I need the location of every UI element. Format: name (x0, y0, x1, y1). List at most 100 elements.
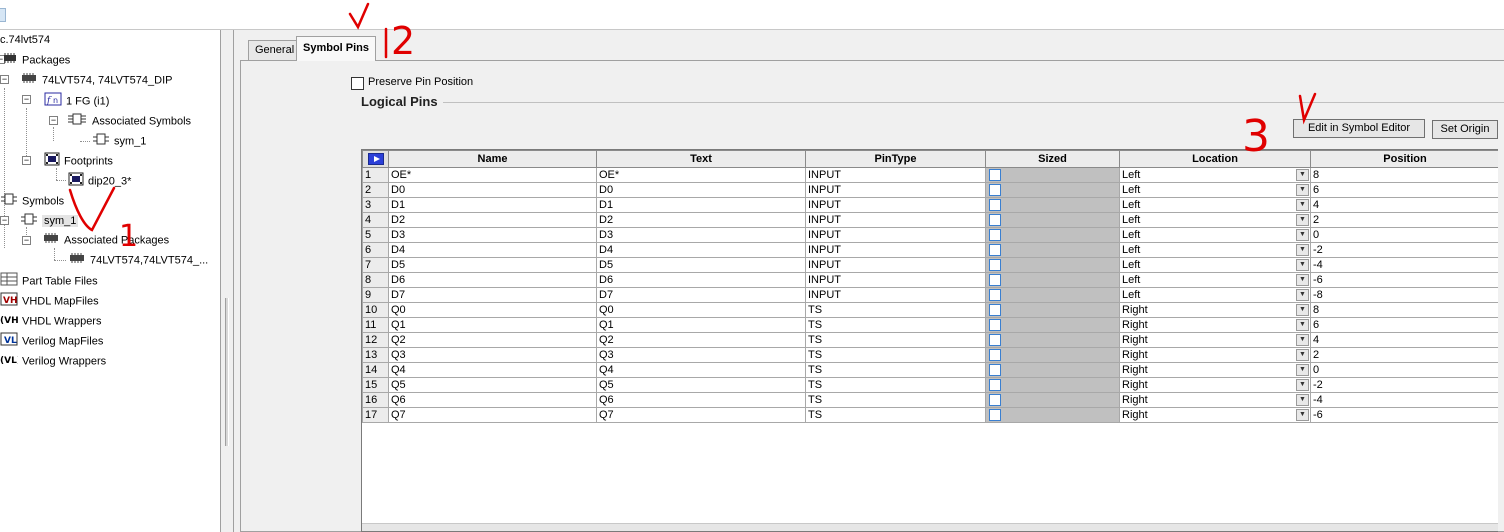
location-dropdown-icon[interactable]: ▼ (1296, 169, 1309, 181)
tree-expander[interactable]: − (0, 75, 9, 84)
table-row[interactable]: 16 Q6 Q6 TS Right ▼ -4 (362, 392, 1498, 408)
sized-checkbox[interactable] (989, 229, 1001, 241)
cell-pintype[interactable]: INPUT (805, 272, 986, 288)
cell-pintype[interactable]: INPUT (805, 212, 986, 228)
location-dropdown-icon[interactable]: ▼ (1296, 409, 1309, 421)
cell-name[interactable]: Q0 (388, 302, 597, 318)
location-dropdown-icon[interactable]: ▼ (1296, 184, 1309, 196)
sized-checkbox[interactable] (989, 274, 1001, 286)
location-dropdown-icon[interactable]: ▼ (1296, 244, 1309, 256)
cell-position[interactable]: -8 (1310, 287, 1498, 303)
horizontal-scrollbar[interactable] (362, 523, 1498, 531)
tree-expander[interactable]: − (49, 116, 58, 125)
row-number[interactable]: 7 (362, 257, 389, 273)
cell-name[interactable]: D7 (388, 287, 597, 303)
cell-location[interactable]: Left ▼ (1119, 272, 1311, 288)
cell-position[interactable]: 2 (1310, 347, 1498, 363)
sized-checkbox[interactable] (989, 349, 1001, 361)
logical-pins-grid[interactable]: Name Text PinType Sized Location Positio… (361, 149, 1498, 532)
cell-pintype[interactable]: INPUT (805, 197, 986, 213)
cell-sized[interactable] (985, 272, 1120, 288)
tree-verilog-mapfiles[interactable]: VL Verilog MapFiles (0, 332, 103, 348)
row-number[interactable]: 13 (362, 347, 389, 363)
tab-symbol-pins[interactable]: Symbol Pins (296, 36, 377, 61)
cell-text[interactable]: Q4 (596, 362, 806, 378)
cell-location[interactable]: Right ▼ (1119, 377, 1311, 393)
cell-sized[interactable] (985, 362, 1120, 378)
cell-name[interactable]: D0 (388, 182, 597, 198)
cell-sized[interactable] (985, 407, 1120, 423)
cell-position[interactable]: 2 (1310, 212, 1498, 228)
cell-location[interactable]: Left ▼ (1119, 257, 1311, 273)
cell-text[interactable]: D4 (596, 242, 806, 258)
row-number[interactable]: 14 (362, 362, 389, 378)
row-number[interactable]: 4 (362, 212, 389, 228)
row-number[interactable]: 9 (362, 287, 389, 303)
cell-text[interactable]: OE* (596, 167, 806, 183)
cell-name[interactable]: Q5 (388, 377, 597, 393)
cell-name[interactable]: D1 (388, 197, 597, 213)
cell-location[interactable]: Left ▼ (1119, 197, 1311, 213)
table-row[interactable]: 10 Q0 Q0 TS Right ▼ 8 (362, 302, 1498, 318)
cell-text[interactable]: D0 (596, 182, 806, 198)
cell-position[interactable]: -2 (1310, 242, 1498, 258)
tree-package-item[interactable]: 74LVT574, 74LVT574_DIP (20, 72, 172, 88)
row-number[interactable]: 1 (362, 167, 389, 183)
table-row[interactable]: 7 D5 D5 INPUT Left ▼ -4 (362, 257, 1498, 273)
cell-position[interactable]: -6 (1310, 407, 1498, 423)
table-row[interactable]: 13 Q3 Q3 TS Right ▼ 2 (362, 347, 1498, 363)
table-row[interactable]: 17 Q7 Q7 TS Right ▼ -6 (362, 407, 1498, 423)
cell-name[interactable]: Q7 (388, 407, 597, 423)
cell-text[interactable]: D2 (596, 212, 806, 228)
cell-location[interactable]: Left ▼ (1119, 242, 1311, 258)
sized-checkbox[interactable] (989, 199, 1001, 211)
row-number[interactable]: 12 (362, 332, 389, 348)
tree-symbol-item[interactable]: sym_1 (92, 132, 146, 148)
cell-text[interactable]: Q6 (596, 392, 806, 408)
cell-text[interactable]: D3 (596, 227, 806, 243)
table-row[interactable]: 12 Q2 Q2 TS Right ▼ 4 (362, 332, 1498, 348)
cell-location[interactable]: Left ▼ (1119, 287, 1311, 303)
tree-expander[interactable]: − (22, 95, 31, 104)
location-dropdown-icon[interactable]: ▼ (1296, 214, 1309, 226)
cell-position[interactable]: 8 (1310, 167, 1498, 183)
col-header-location[interactable]: Location (1119, 150, 1311, 168)
cell-location[interactable]: Right ▼ (1119, 362, 1311, 378)
cell-location[interactable]: Right ▼ (1119, 302, 1311, 318)
col-header-position[interactable]: Position (1310, 150, 1498, 168)
location-dropdown-icon[interactable]: ▼ (1296, 364, 1309, 376)
cell-pintype[interactable]: INPUT (805, 257, 986, 273)
tree-associated-packages[interactable]: Associated Packages (42, 232, 169, 248)
set-origin-button[interactable]: Set Origin (1432, 120, 1498, 139)
cell-name[interactable]: Q4 (388, 362, 597, 378)
cell-name[interactable]: D5 (388, 257, 597, 273)
table-row[interactable]: 9 D7 D7 INPUT Left ▼ -8 (362, 287, 1498, 303)
cell-position[interactable]: 6 (1310, 317, 1498, 333)
cell-location[interactable]: Left ▼ (1119, 182, 1311, 198)
table-row[interactable]: 11 Q1 Q1 TS Right ▼ 6 (362, 317, 1498, 333)
cell-position[interactable]: 8 (1310, 302, 1498, 318)
table-row[interactable]: 6 D4 D4 INPUT Left ▼ -2 (362, 242, 1498, 258)
cell-sized[interactable] (985, 392, 1120, 408)
col-header-name[interactable]: Name (388, 150, 597, 168)
sized-checkbox[interactable] (989, 259, 1001, 271)
cell-location[interactable]: Left ▼ (1119, 227, 1311, 243)
tree-symbols[interactable]: Symbols (0, 192, 64, 208)
sized-checkbox[interactable] (989, 169, 1001, 181)
location-dropdown-icon[interactable]: ▼ (1296, 274, 1309, 286)
location-dropdown-icon[interactable]: ▼ (1296, 304, 1309, 316)
cell-sized[interactable] (985, 227, 1120, 243)
sized-checkbox[interactable] (989, 319, 1001, 331)
row-number[interactable]: 10 (362, 302, 389, 318)
row-number[interactable]: 6 (362, 242, 389, 258)
tree-symbol-node[interactable]: sym_1 (20, 212, 79, 228)
cell-name[interactable]: D6 (388, 272, 597, 288)
cell-pintype[interactable]: INPUT (805, 227, 986, 243)
cell-name[interactable]: Q3 (388, 347, 597, 363)
tree-packages[interactable]: Packages (2, 52, 70, 68)
tree-verilog-wrappers[interactable]: (VL) Verilog Wrappers (0, 352, 106, 368)
tab-general[interactable]: General (248, 40, 302, 60)
tree-assoc-package-item[interactable]: 74LVT574,74LVT574_... (68, 252, 208, 268)
cell-name[interactable]: D2 (388, 212, 597, 228)
cell-sized[interactable] (985, 242, 1120, 258)
